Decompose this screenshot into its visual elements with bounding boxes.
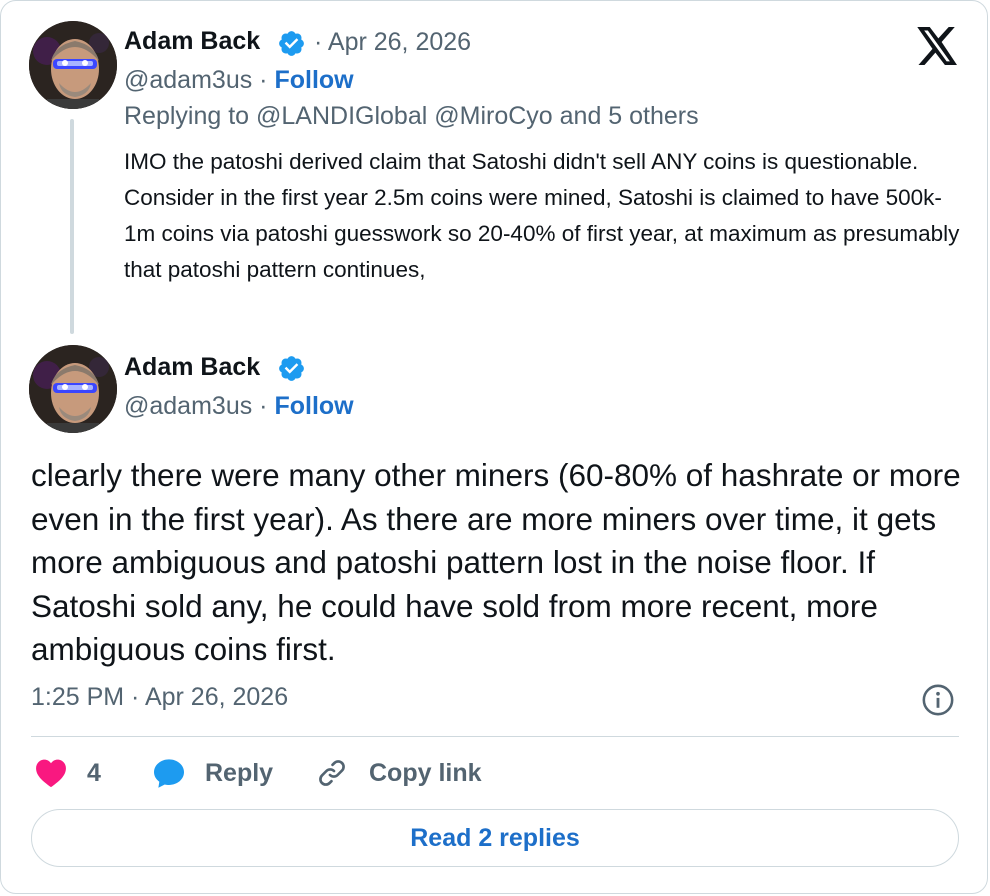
replying-to[interactable]: Replying to @LANDIGlobal @MiroCyo and 5 …	[124, 102, 699, 131]
tweet-timestamp[interactable]: 1:25 PM · Apr 26, 2026	[31, 683, 288, 712]
author-handle-line: @adam3us · Follow	[124, 392, 354, 421]
main-tweet-text: clearly there were many other miners (60…	[31, 457, 961, 667]
follow-button[interactable]: Follow	[274, 66, 353, 94]
tweet-embed-card: Adam Back · Apr 26, 2026 @adam3us · Foll…	[0, 0, 988, 894]
reply-bubble-icon	[154, 759, 184, 788]
copy-link-label: Copy link	[369, 758, 482, 787]
follow-button[interactable]: Follow	[274, 392, 353, 420]
reply-label: Reply	[205, 758, 274, 787]
reply-tweet-text: IMO the patoshi derived claim that Satos…	[124, 149, 960, 282]
like-button[interactable]: 4	[35, 753, 101, 793]
author-handle[interactable]: @adam3us ·	[124, 66, 268, 94]
author-name[interactable]: Adam Back	[124, 353, 260, 382]
reply-button[interactable]: Reply	[152, 753, 273, 793]
heart-icon	[36, 759, 66, 788]
thread-connector	[70, 119, 74, 334]
verified-badge-icon	[277, 354, 306, 388]
verified-badge-icon	[277, 29, 306, 63]
info-icon[interactable]	[921, 683, 955, 717]
link-icon	[319, 760, 345, 786]
author-handle-line: @adam3us · Follow	[124, 66, 354, 95]
copy-link-button[interactable]: Copy link	[316, 753, 482, 793]
avatar[interactable]	[29, 345, 117, 433]
tweet-date[interactable]: · Apr 26, 2026	[314, 28, 471, 57]
like-count: 4	[87, 758, 101, 787]
x-logo-icon[interactable]	[917, 27, 959, 65]
author-name[interactable]: Adam Back	[124, 27, 260, 56]
author-handle[interactable]: @adam3us ·	[124, 392, 268, 420]
divider	[31, 736, 959, 737]
avatar[interactable]	[29, 21, 117, 109]
read-replies-button[interactable]: Read 2 replies	[31, 809, 959, 867]
